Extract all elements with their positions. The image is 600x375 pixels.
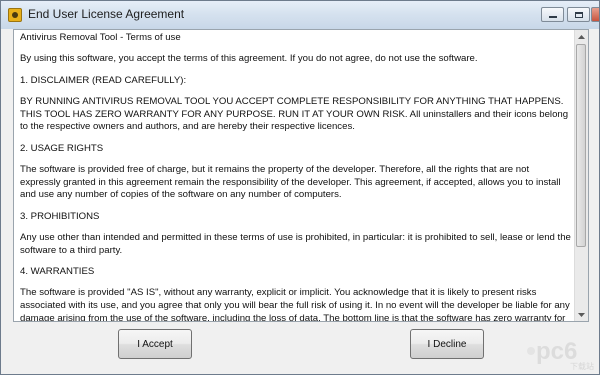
- app-shield-icon: [8, 8, 22, 22]
- section-heading-disclaimer: 1. DISCLAIMER (READ CAREFULLY):: [20, 74, 187, 86]
- vertical-scrollbar[interactable]: [574, 30, 588, 321]
- maximize-button[interactable]: [567, 7, 590, 22]
- section-heading-prohibitions: 3. PROHIBITIONS: [20, 210, 100, 222]
- close-button[interactable]: [591, 7, 599, 22]
- accept-button[interactable]: I Accept: [118, 329, 192, 359]
- minimize-icon: [548, 16, 557, 18]
- license-heading: Antivirus Removal Tool - Terms of use: [20, 32, 181, 43]
- section-heading-usage-rights: 2. USAGE RIGHTS: [20, 142, 104, 154]
- decline-button[interactable]: I Decline: [410, 329, 484, 359]
- svg-text:下载站: 下载站: [570, 361, 594, 371]
- scroll-up-arrow-icon[interactable]: [575, 30, 588, 43]
- window-title: End User License Agreement: [28, 7, 185, 21]
- scrollbar-thumb[interactable]: [576, 44, 586, 247]
- license-paragraph: By using this software, you accept the t…: [20, 53, 478, 65]
- pc6-watermark-logo: pc6 下载站: [527, 338, 594, 371]
- minimize-button[interactable]: [541, 7, 564, 22]
- section-heading-warranties: 4. WARRANTIES: [20, 266, 95, 278]
- title-bar[interactable]: End User License Agreement: [1, 1, 599, 29]
- license-paragraph: The software is provided free of charge,…: [20, 164, 561, 201]
- scroll-down-arrow-icon[interactable]: [575, 308, 588, 321]
- license-paragraph: BY RUNNING ANTIVIRUS REMOVAL TOOL YOU AC…: [20, 96, 569, 133]
- license-text-box[interactable]: Antivirus Removal Tool - Terms of use By…: [13, 29, 589, 322]
- license-dialog: End User License Agreement Antivirus Rem…: [0, 0, 600, 375]
- license-paragraph: The software is provided "AS IS", withou…: [20, 287, 570, 322]
- license-paragraph: Any use other than intended and permitte…: [20, 232, 571, 256]
- svg-text:pc6: pc6: [536, 338, 577, 365]
- maximize-icon: [574, 11, 583, 18]
- license-content: Antivirus Removal Tool - Terms of use By…: [20, 32, 572, 322]
